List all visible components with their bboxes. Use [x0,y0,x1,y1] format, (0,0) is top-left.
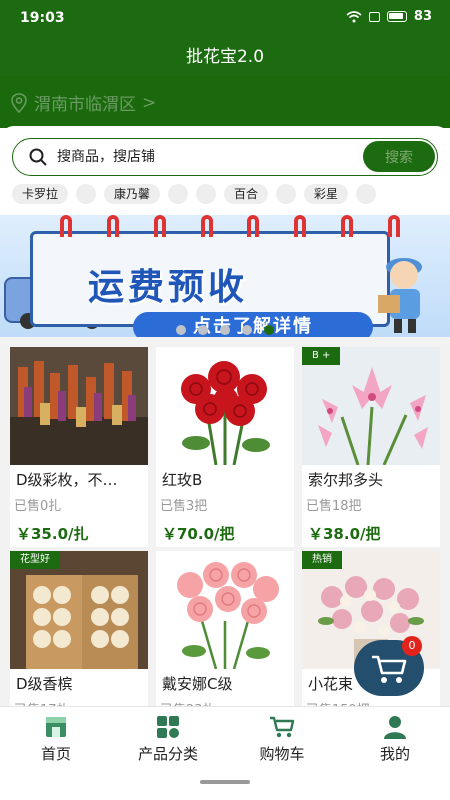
product-card[interactable]: 花型好 D级香槟 已售17扎 [10,551,148,711]
cart-icon [270,716,295,738]
product-name: D级彩枚，不… [16,471,118,489]
tab-cart[interactable]: 购物车 [232,715,332,764]
tab-profile[interactable]: 我的 [345,715,445,764]
carousel-dots [176,325,274,335]
product-tag: 花型好 [10,551,60,569]
product-card[interactable]: 戴安娜C级 已售23扎 [156,551,294,711]
product-sold: 已售3把 [160,499,208,514]
tag-chip[interactable] [356,184,377,204]
category-icon [157,716,179,738]
ring [200,215,213,237]
tab-label: 产品分类 [137,745,198,763]
product-tag: 热销 [302,551,342,569]
tab-label: 首页 [40,745,71,763]
product-image [156,551,294,669]
carousel-dot[interactable] [220,325,230,335]
ring [247,215,260,237]
location-selector[interactable]: 渭南市临渭区 > [10,90,156,115]
product-price: ￥38.0/把 [308,525,381,543]
status-bar: 19:03 83 [0,0,450,36]
location-text: 渭南市临渭区 [34,95,136,115]
product-image [156,347,294,465]
tab-label: 购物车 [259,745,305,763]
carousel-dot[interactable] [176,325,186,335]
banner-title: 运费预收 [88,267,249,308]
banner-card: 运费预收 点击了解详情 [30,231,390,337]
floating-cart-button[interactable]: 0 [354,636,424,696]
tab-category[interactable]: 产品分类 [118,715,218,764]
ring [106,215,119,237]
tag-chip[interactable]: 康乃馨 [104,184,161,204]
user-icon [384,716,406,739]
battery-level: 83 [413,9,432,24]
tag-chip[interactable] [196,184,217,204]
battery-icon [386,11,407,22]
tab-home[interactable]: 首页 [6,715,106,764]
home-icon [46,717,66,737]
ring [294,215,307,237]
page-title: 批花宝2.0 [185,47,265,67]
product-sold: 已售0扎 [14,499,62,514]
calendar-rings [60,215,400,239]
promo-banner[interactable]: 运费预收 点击了解详情 [0,215,450,337]
tag-chip[interactable] [276,184,297,204]
app-header: 批花宝2.0 [0,36,450,76]
ring [387,215,400,237]
tag-chip[interactable]: 卡罗拉 [12,184,69,204]
carousel-dot[interactable] [242,325,252,335]
bottom-tabbar: 首页 产品分类 购物车 我的 [0,706,450,768]
tab-label: 我的 [379,745,410,763]
product-price: ￥70.0/把 [162,525,235,543]
tag-chip[interactable] [76,184,97,204]
cart-badge: 0 [402,636,422,656]
ring [341,215,354,237]
status-icons: 83 [346,9,432,24]
location-pin-icon [11,92,27,113]
tag-chip[interactable]: 百合 [224,184,269,204]
chevron-right-icon: > [142,92,157,113]
ring [153,215,166,237]
home-indicator[interactable] [200,780,250,784]
status-time: 19:03 [20,10,65,26]
search-input[interactable] [57,145,357,169]
search-box[interactable]: 搜索 [12,138,438,176]
product-sold: 已售18把 [306,499,362,514]
product-image [10,347,148,465]
tag-chip[interactable]: 彩星 [304,184,349,204]
search-panel: 搜索 卡罗拉 康乃馨 百合 彩星 [0,126,450,216]
product-card[interactable]: 红玫B 已售3把 ￥70.0/把 [156,347,294,547]
carousel-dot[interactable] [198,325,208,335]
wifi-icon [346,10,362,22]
carousel-dot-active[interactable] [264,325,274,335]
ring [60,215,72,237]
tag-chip[interactable] [168,184,189,204]
product-card[interactable]: D级彩枚，不… 已售0扎 ￥35.0/扎 [10,347,148,547]
product-name: 戴安娜C级 [162,675,233,693]
sim-icon [368,11,380,22]
courier-illustration [378,258,422,333]
product-name: 索尔邦多头 [308,471,384,489]
cart-icon [372,655,407,683]
product-price: ￥35.0/扎 [16,525,89,543]
quick-tags: 卡罗拉 康乃馨 百合 彩星 [12,184,377,204]
product-name: D级香槟 [16,675,73,693]
search-icon [29,148,47,166]
product-name: 红玫B [162,471,203,489]
product-tag: B + [302,347,341,365]
product-card[interactable]: B + 索尔邦多头 已售18把 ￥38.0/把 [302,347,440,547]
location-bar[interactable]: 渭南市临渭区 > [0,76,450,128]
search-button[interactable]: 搜索 [363,141,435,172]
